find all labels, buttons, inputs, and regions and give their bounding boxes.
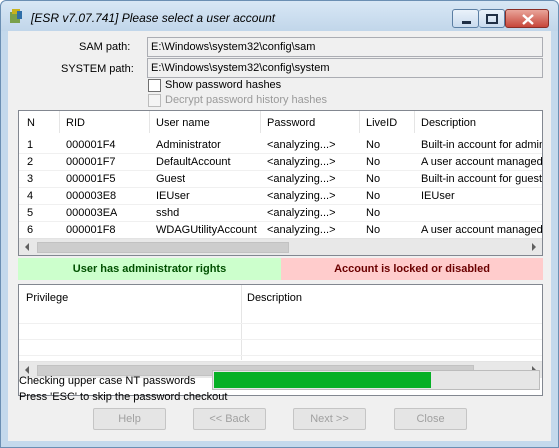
cell-description: IEUser xyxy=(421,190,455,202)
cell-password: <analyzing...> xyxy=(267,139,336,151)
cell-n: 4 xyxy=(27,190,34,202)
col-header-rid[interactable]: RID xyxy=(66,117,85,129)
close-icon xyxy=(522,14,534,25)
system-path-label: SYSTEM path: xyxy=(61,63,134,75)
cell-n: 3 xyxy=(27,173,34,185)
scroll-right-icon[interactable] xyxy=(525,239,542,255)
col-header-username[interactable]: User name xyxy=(156,117,210,129)
back-button[interactable]: << Back xyxy=(193,408,266,430)
dialog-body: SAM path: E:\Windows\system32\config\sam… xyxy=(8,31,551,441)
cell-rid: 000001F7 xyxy=(66,156,116,168)
cell-description: A user account managed xyxy=(421,224,543,236)
cell-n: 5 xyxy=(27,207,34,219)
cell-liveid: No xyxy=(366,139,381,151)
progress-label: Checking upper case NT passwords xyxy=(19,375,196,387)
progress-fill xyxy=(214,372,431,388)
cell-username: sshd xyxy=(156,207,180,219)
col-header-privilege[interactable]: Privilege xyxy=(26,292,68,304)
show-hashes-checkbox[interactable] xyxy=(148,79,161,92)
minimize-icon xyxy=(462,21,471,24)
col-header-description[interactable]: Description xyxy=(421,117,476,129)
sam-path-field[interactable]: E:\Windows\system32\config\sam xyxy=(147,37,543,57)
cell-password: <analyzing...> xyxy=(267,156,336,168)
system-path-field[interactable]: E:\Windows\system32\config\system xyxy=(147,58,543,78)
cell-description: Built-in account for guest xyxy=(421,173,543,185)
help-button[interactable]: Help xyxy=(93,408,166,430)
window-title: [ESR v7.07.741] Please select a user acc… xyxy=(31,11,276,25)
cell-username: Administrator xyxy=(156,139,221,151)
scrollbar-thumb[interactable] xyxy=(37,242,289,253)
esc-hint: Press 'ESC' to skip the password checkou… xyxy=(19,391,228,403)
next-button[interactable]: Next >> xyxy=(293,408,366,430)
cell-password: <analyzing...> xyxy=(267,207,336,219)
show-hashes-label: Show password hashes xyxy=(165,79,282,91)
sam-path-label: SAM path: xyxy=(79,41,131,53)
cell-rid: 000001F5 xyxy=(66,173,116,185)
col-header-liveid[interactable]: LiveID xyxy=(366,117,397,129)
cell-username: IEUser xyxy=(156,190,190,202)
admin-rights-badge: User has administrator rights xyxy=(18,258,281,280)
cell-liveid: No xyxy=(366,190,381,202)
scroll-left-icon[interactable] xyxy=(19,239,36,255)
cell-username: Guest xyxy=(156,173,186,185)
cell-liveid: No xyxy=(366,156,381,168)
cell-username: DefaultAccount xyxy=(156,156,231,168)
maximize-button[interactable] xyxy=(479,9,505,28)
cell-username: WDAGUtilityAccount xyxy=(156,224,257,236)
cell-rid: 000003EA xyxy=(66,207,118,219)
decrypt-history-checkbox[interactable] xyxy=(148,94,161,107)
decrypt-history-label: Decrypt password history hashes xyxy=(165,94,328,106)
progress-bar xyxy=(212,370,540,390)
cell-n: 1 xyxy=(27,139,34,151)
col-header-password[interactable]: Password xyxy=(267,117,315,129)
cell-liveid: No xyxy=(366,224,381,236)
app-icon xyxy=(10,9,22,23)
cell-rid: 000001F4 xyxy=(66,139,116,151)
cell-n: 2 xyxy=(27,156,34,168)
cell-description: A user account managed xyxy=(421,156,543,168)
cell-password: <analyzing...> xyxy=(267,173,336,185)
maximize-icon xyxy=(486,14,498,24)
accounts-table[interactable]: N RID User name Password LiveID Descript… xyxy=(18,110,543,256)
app-window: [ESR v7.07.741] Please select a user acc… xyxy=(0,0,559,448)
minimize-button[interactable] xyxy=(452,9,479,28)
locked-status-badge: Account is locked or disabled xyxy=(281,258,543,280)
cell-password: <analyzing...> xyxy=(267,190,336,202)
close-window-button[interactable] xyxy=(505,9,549,28)
cell-password: <analyzing...> xyxy=(267,224,336,236)
title-bar[interactable]: [ESR v7.07.741] Please select a user acc… xyxy=(1,1,558,31)
col-header-priv-description[interactable]: Description xyxy=(247,292,302,304)
accounts-hscrollbar[interactable] xyxy=(19,238,542,255)
cell-description: Built-in account for admin xyxy=(421,139,543,151)
cell-liveid: No xyxy=(366,173,381,185)
cell-liveid: No xyxy=(366,207,381,219)
close-button[interactable]: Close xyxy=(394,408,467,430)
cell-n: 6 xyxy=(27,224,34,236)
cell-rid: 000001F8 xyxy=(66,224,116,236)
cell-rid: 000003E8 xyxy=(66,190,117,202)
col-header-n[interactable]: N xyxy=(27,117,35,129)
